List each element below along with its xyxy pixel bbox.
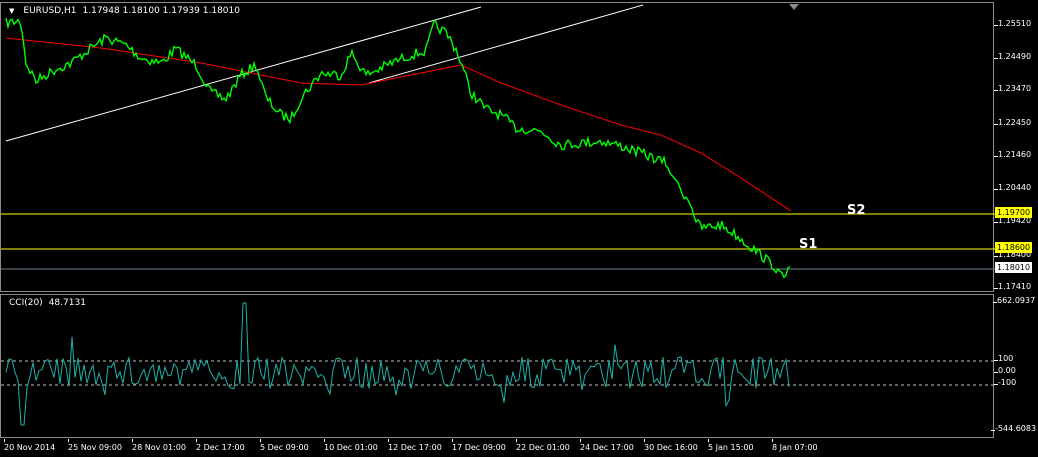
moving-average-line	[5, 37, 792, 212]
cci-chart-canvas	[1, 302, 995, 426]
price-chart-canvas: S2 S1	[1, 4, 995, 279]
time-tick: 2 Dec 17:00	[196, 439, 245, 452]
cci-axis-tick: 0.00	[994, 366, 1016, 375]
time-tick: 5 Dec 09:00	[260, 439, 309, 452]
price-tick: 1.22450	[993, 118, 1032, 127]
time-tick: 25 Nov 09:00	[68, 439, 122, 452]
level-price-tag-s1: 1.18600	[995, 242, 1033, 253]
price-tick: 1.20440	[993, 183, 1032, 192]
level-price-tag-s2: 1.19700	[995, 207, 1033, 218]
cci-value: 48.7131	[48, 298, 86, 308]
price-tick: 1.23470	[993, 84, 1032, 93]
price-tick: 1.17410	[993, 282, 1032, 291]
price-axis[interactable]: 1.25510 1.24490 1.23470 1.22450 1.21460 …	[990, 0, 1038, 457]
symbol-dropdown-icon[interactable]: ▼	[9, 7, 14, 15]
price-tick: 1.21460	[993, 150, 1032, 159]
bid-price-tag: 1.18010	[995, 262, 1033, 273]
level-label-s1: S1	[799, 237, 817, 252]
cci-axis-tick: -100	[993, 378, 1017, 387]
time-tick: 5 Jan 15:00	[708, 439, 754, 452]
time-tick: 30 Dec 16:00	[644, 439, 698, 452]
chart-shift-marker[interactable]	[789, 4, 799, 10]
level-label-s2: S2	[847, 203, 865, 218]
time-tick: 17 Dec 09:00	[452, 439, 506, 452]
time-tick: 10 Dec 01:00	[324, 439, 378, 452]
time-tick: 12 Dec 17:00	[388, 439, 442, 452]
time-tick: 22 Dec 01:00	[516, 439, 570, 452]
price-chart-pane[interactable]: S2 S1 ▼ EURUSD,H1 1.17948 1.18100 1.17939 …	[0, 2, 995, 292]
price-pane-title: ▼ EURUSD,H1 1.17948 1.18100 1.17939 1.1801…	[9, 6, 240, 16]
trading-terminal: S2 S1 ▼ EURUSD,H1 1.17948 1.18100 1.17939 …	[0, 0, 1038, 457]
cci-axis-max: 662.0937	[992, 296, 1036, 305]
ohlc-values: 1.17948 1.18100 1.17939 1.18010	[82, 6, 240, 16]
time-tick: 20 Nov 2014	[4, 439, 56, 452]
cci-label: CCI(20)	[9, 298, 43, 308]
price-line	[5, 17, 791, 279]
symbol-timeframe: EURUSD,H1	[23, 6, 77, 16]
trend-line-lower[interactable]	[368, 4, 644, 84]
cci-line	[5, 302, 790, 426]
time-tick: 8 Jan 07:00	[772, 439, 818, 452]
cci-axis-min: -544.6083	[990, 424, 1037, 433]
time-tick: 24 Dec 17:00	[580, 439, 634, 452]
price-tick: 1.24490	[993, 52, 1032, 61]
cci-indicator-pane[interactable]: CCI(20) 48.7131	[0, 294, 995, 438]
time-tick: 28 Nov 01:00	[132, 439, 186, 452]
price-tick: 1.25510	[993, 19, 1032, 28]
cci-axis-tick: 100	[993, 354, 1014, 363]
cci-pane-title: CCI(20) 48.7131	[9, 298, 86, 308]
